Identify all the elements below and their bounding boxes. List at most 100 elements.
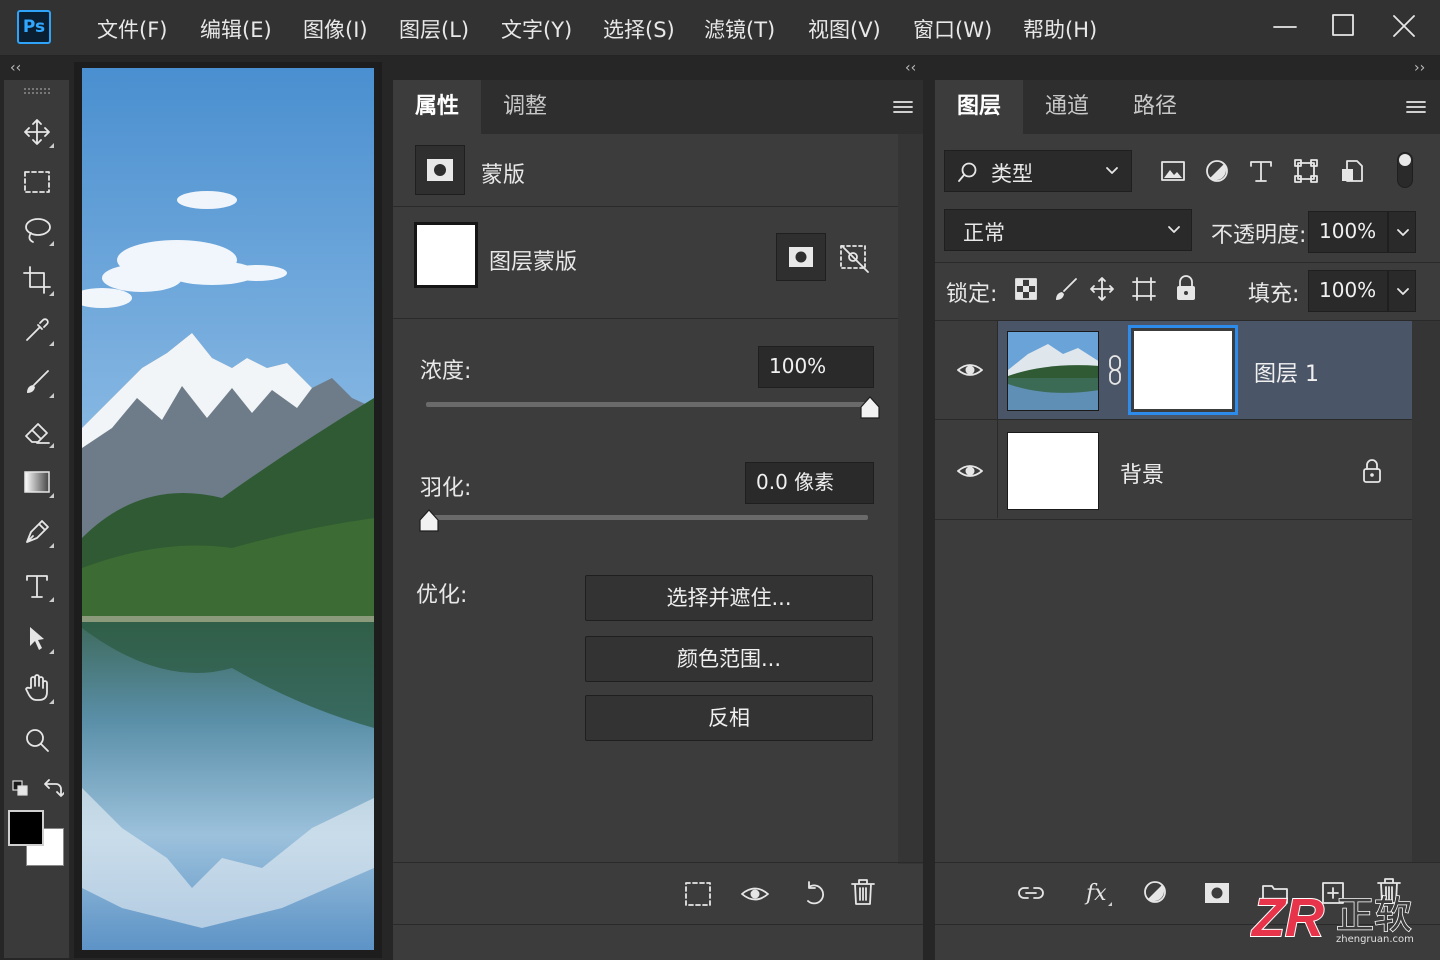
link-layers-icon[interactable] — [1016, 878, 1046, 908]
lock-all-icon[interactable] — [1173, 274, 1199, 302]
add-mask-icon[interactable] — [1202, 878, 1232, 908]
hamburger-menu-icon[interactable] — [893, 100, 913, 114]
layer-name[interactable]: 图层 1 — [1254, 356, 1319, 388]
filter-kind-value: 类型 — [991, 162, 1033, 186]
brush-tool[interactable] — [14, 360, 60, 404]
toolbar-grip[interactable] — [24, 88, 50, 94]
disable-mask-button[interactable] — [836, 240, 872, 276]
svg-text:zhengruan.com: zhengruan.com — [1336, 934, 1414, 945]
menu-select[interactable]: 选择(S) — [603, 14, 675, 44]
foreground-color-swatch[interactable] — [8, 810, 44, 846]
select-mask-button[interactable] — [776, 233, 826, 281]
color-range-button[interactable]: 颜色范围... — [585, 636, 873, 682]
menu-filter[interactable]: 滤镜(T) — [704, 14, 775, 44]
tab-adjustments[interactable]: 调整 — [481, 80, 569, 134]
reset-icon[interactable] — [800, 879, 830, 909]
maximize-button[interactable] — [1323, 10, 1363, 44]
photoshop-logo[interactable]: Ps — [17, 10, 51, 44]
layer-mask-thumbnail[interactable] — [414, 222, 478, 288]
default-colors-button[interactable] — [12, 780, 28, 796]
pen-tool[interactable] — [14, 510, 60, 554]
feather-field[interactable]: 0.0 像素 — [745, 462, 874, 504]
filter-pixel-icon[interactable] — [1160, 158, 1186, 184]
filter-type-icon[interactable] — [1248, 158, 1274, 184]
tab-layers[interactable]: 图层 — [935, 80, 1023, 134]
layer-row-layer1[interactable]: 图层 1 — [936, 321, 1412, 419]
close-button[interactable] — [1384, 10, 1424, 44]
maximize-icon — [1332, 14, 1354, 36]
tab-channels[interactable]: 通道 — [1023, 80, 1111, 134]
type-tool[interactable] — [14, 564, 60, 608]
select-and-mask-button[interactable]: 选择并遮住... — [585, 575, 873, 621]
fill-field[interactable]: 100% — [1308, 270, 1388, 312]
disable-mask-icon — [840, 245, 869, 273]
filter-kind-dropdown[interactable]: 类型 — [944, 150, 1132, 192]
collapse-properties-button[interactable]: ‹‹ — [905, 58, 916, 78]
tab-properties[interactable]: 属性 — [393, 80, 481, 134]
layer-thumbnail[interactable] — [1007, 331, 1099, 411]
collapse-toolbar-button[interactable]: ‹‹ — [10, 58, 21, 78]
eyedropper-tool[interactable] — [14, 308, 60, 352]
crop-tool[interactable] — [14, 258, 60, 302]
lock-image-pixels-icon[interactable] — [1053, 276, 1079, 302]
expand-panels-button[interactable]: ›› — [1414, 58, 1425, 78]
menu-file[interactable]: 文件(F) — [97, 14, 167, 44]
hamburger-menu-icon[interactable] — [1406, 100, 1426, 114]
layer-name[interactable]: 背景 — [1120, 457, 1164, 489]
lock-position-icon[interactable] — [1089, 276, 1115, 302]
lock-transparent-pixels-icon[interactable] — [1014, 277, 1038, 301]
hand-tool[interactable] — [14, 666, 60, 710]
menu-view[interactable]: 视图(V) — [808, 14, 881, 44]
marquee-tool[interactable] — [14, 160, 60, 204]
rect-marquee-icon — [24, 171, 50, 193]
layer-mask-thumbnail-selected[interactable] — [1128, 325, 1238, 415]
chain-link-icon[interactable] — [1107, 354, 1123, 386]
divider — [393, 924, 923, 925]
chevron-down-icon — [1168, 226, 1180, 233]
adjustment-layer-icon[interactable] — [1141, 878, 1171, 908]
trash-icon[interactable] — [848, 877, 878, 907]
lasso-tool[interactable] — [14, 208, 60, 252]
lock-artboard-icon[interactable] — [1131, 276, 1157, 302]
density-field[interactable]: 100% — [758, 346, 874, 388]
layer-mask-label: 图层蒙版 — [489, 250, 578, 275]
density-slider-track[interactable] — [426, 402, 870, 407]
filter-toggle[interactable] — [1397, 152, 1413, 188]
filter-toggle-knob — [1399, 154, 1411, 166]
feather-slider-thumb[interactable] — [418, 509, 440, 533]
path-selection-tool[interactable] — [14, 616, 60, 660]
blend-mode-dropdown[interactable]: 正常 — [944, 209, 1192, 251]
background-thumbnail[interactable] — [1007, 432, 1099, 510]
feather-slider-track[interactable] — [426, 515, 868, 520]
canvas-image[interactable] — [82, 68, 374, 950]
menu-layer[interactable]: 图层(L) — [399, 14, 469, 44]
filter-adjustment-icon[interactable] — [1204, 158, 1230, 184]
filter-shape-icon[interactable] — [1293, 158, 1319, 184]
opacity-field[interactable]: 100% — [1308, 211, 1388, 253]
properties-scrollbar[interactable] — [898, 134, 923, 864]
menu-type[interactable]: 文字(Y) — [501, 14, 572, 44]
invert-button[interactable]: 反相 — [585, 695, 873, 741]
density-slider-thumb[interactable] — [859, 396, 881, 420]
filter-smart-object-icon[interactable] — [1339, 158, 1365, 184]
eye-icon[interactable] — [740, 879, 770, 909]
eraser-tool[interactable] — [14, 410, 60, 454]
menu-image[interactable]: 图像(I) — [303, 14, 368, 44]
gradient-tool[interactable] — [14, 460, 60, 504]
swap-colors-button[interactable] — [42, 778, 64, 800]
layers-scrollbar[interactable] — [1412, 321, 1440, 862]
fx-icon[interactable]: fx — [1082, 876, 1112, 906]
minimize-button[interactable] — [1265, 10, 1305, 44]
eye-icon[interactable] — [956, 360, 984, 380]
tab-paths[interactable]: 路径 — [1111, 80, 1199, 134]
load-selection-icon[interactable] — [683, 879, 713, 909]
layer-row-background[interactable]: 背景 — [936, 420, 1412, 518]
menu-edit[interactable]: 编辑(E) — [200, 14, 272, 44]
zoom-tool[interactable] — [14, 718, 60, 762]
eye-icon[interactable] — [956, 461, 984, 481]
menu-window[interactable]: 窗口(W) — [913, 14, 992, 44]
opacity-dropdown-button[interactable] — [1388, 211, 1416, 253]
move-tool[interactable] — [14, 110, 60, 154]
menu-help[interactable]: 帮助(H) — [1023, 14, 1097, 44]
fill-dropdown-button[interactable] — [1388, 270, 1416, 312]
